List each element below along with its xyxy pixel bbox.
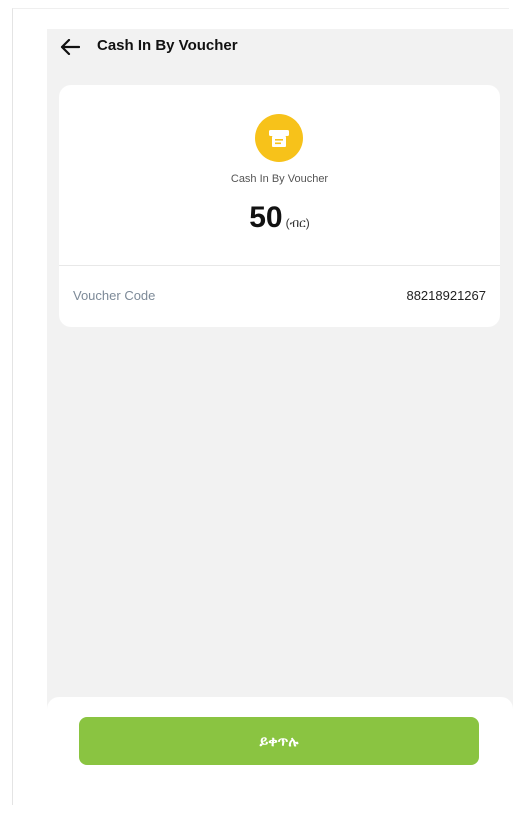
- transaction-type-label: Cash In By Voucher: [230, 173, 329, 185]
- app-screen: Cash In By Voucher Cash In By Voucher 50…: [47, 29, 513, 814]
- bottom-action-panel: ይቀጥሉ: [47, 697, 513, 814]
- currency-label: (ብር): [285, 216, 310, 230]
- app-header: Cash In By Voucher: [47, 29, 513, 69]
- voucher-code-label: Voucher Code: [73, 288, 156, 303]
- voucher-summary-card: Cash In By Voucher 50 (ብር) Voucher Code 8…: [59, 85, 500, 327]
- amount-value: 50: [249, 201, 283, 234]
- device-frame: Cash In By Voucher Cash In By Voucher 50…: [12, 8, 513, 814]
- continue-button[interactable]: ይቀጥሉ: [79, 717, 479, 765]
- amount-display: 50 (ብር): [59, 201, 500, 235]
- card-divider: [59, 265, 500, 266]
- back-button[interactable]: [57, 36, 83, 58]
- voucher-icon: [255, 114, 303, 162]
- arrow-left-icon: [60, 39, 80, 55]
- page-title: Cash In By Voucher: [97, 37, 238, 54]
- voucher-code-value: 88218921267: [406, 288, 486, 303]
